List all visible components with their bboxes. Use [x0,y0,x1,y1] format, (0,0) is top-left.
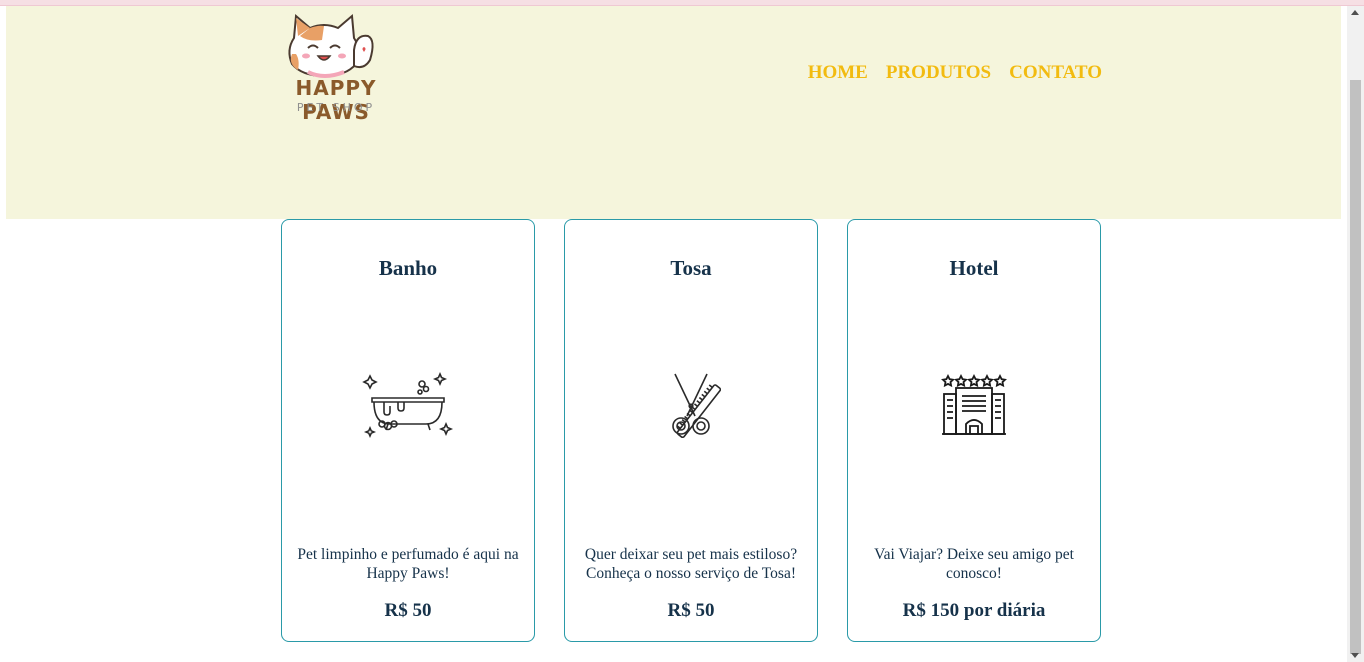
bathtub-icon [362,371,454,439]
nav-home[interactable]: HOME [808,62,868,84]
nav-contato[interactable]: CONTATO [1009,62,1102,84]
site-header: HAPPY PAWS PET SHOP HOME PRODUTOS CONTAT… [6,6,1341,219]
scissors-comb-icon [672,373,721,439]
service-card-tosa[interactable]: Tosa Quer deixar seu pet mais estiloso? … [564,219,818,642]
scroll-down-arrow-icon[interactable] [1351,653,1359,658]
service-card-hotel[interactable]: Hotel Vai Viajar? Deixe seu amigo pet co… [847,219,1101,642]
cat-waving-icon [288,13,374,78]
service-price: R$ 50 [667,600,715,621]
nav-produtos[interactable]: PRODUTOS [886,62,991,84]
service-title: Tosa [670,256,712,280]
brand-logo[interactable]: HAPPY PAWS PET SHOP [258,10,414,124]
service-price: R$ 50 [384,600,432,621]
brand-title: HAPPY PAWS [295,76,377,124]
page-scrollbar[interactable] [1347,6,1364,662]
service-description: Quer deixar seu pet mais estiloso? Conhe… [584,546,798,582]
service-title: Banho [378,256,438,280]
scroll-up-arrow-icon[interactable] [1351,10,1359,15]
hotel-icon [941,373,1007,435]
main-nav: HOME PRODUTOS CONTATO [808,62,1102,84]
service-card-banho[interactable]: Banho Pet limpinho e perfumado é aqui na… [281,219,535,642]
service-description: Vai Viajar? Deixe seu amigo pet conosco! [874,546,1074,582]
scrollbar-thumb[interactable] [1350,80,1361,654]
service-price: R$ 150 por diária [902,600,1046,621]
service-description: Pet limpinho e perfumado é aqui na Happy… [297,546,519,582]
brand-subtitle: PET SHOP [296,101,376,114]
service-title: Hotel [949,256,999,280]
